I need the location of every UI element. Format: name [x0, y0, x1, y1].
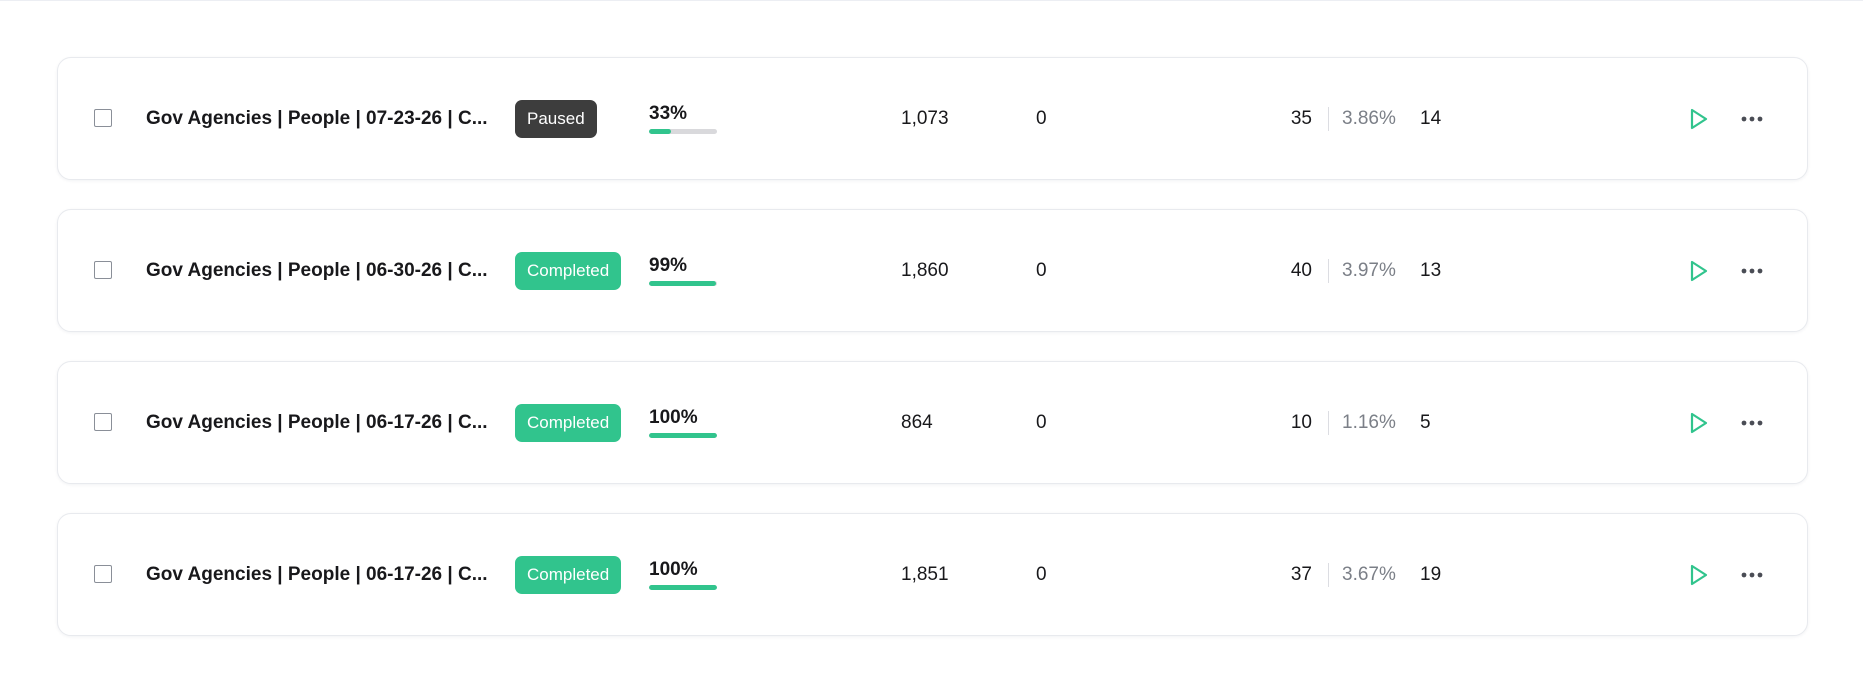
replies-count: 19: [1420, 563, 1442, 585]
row-checkbox[interactable]: [94, 564, 112, 583]
progress-indicator: 33%: [649, 104, 717, 134]
progress-bar-fill: [649, 281, 717, 286]
campaign-row[interactable]: Gov Agencies | People | 07-23-26 | C... …: [57, 57, 1808, 180]
opens-count: 37: [1290, 563, 1312, 585]
play-icon: [1690, 412, 1708, 433]
more-horizontal-icon: [1741, 420, 1763, 425]
replies-count: 5: [1420, 411, 1431, 433]
zero-count: 0: [1036, 107, 1047, 129]
sent-count: 1,073: [901, 107, 949, 129]
sent-count: 1,860: [901, 259, 949, 281]
more-options-button[interactable]: [1736, 104, 1768, 134]
progress-bar: [649, 281, 717, 286]
replies-count: 13: [1420, 259, 1442, 281]
play-button[interactable]: [1684, 256, 1714, 286]
progress-bar-fill: [649, 129, 672, 134]
campaign-row[interactable]: Gov Agencies | People | 06-17-26 | C... …: [57, 513, 1808, 636]
more-options-button[interactable]: [1736, 256, 1768, 286]
progress-bar: [649, 433, 717, 438]
zero-count: 0: [1036, 259, 1047, 281]
progress-indicator: 99%: [649, 256, 717, 286]
open-rate: 3.97%: [1342, 259, 1396, 281]
status-badge: Completed: [515, 555, 622, 594]
campaign-row[interactable]: Gov Agencies | People | 06-17-26 | C... …: [57, 361, 1808, 484]
sent-count: 864: [901, 411, 933, 433]
more-horizontal-icon: [1741, 268, 1763, 273]
stat-divider: [1328, 258, 1329, 283]
opens-count: 10: [1290, 411, 1312, 433]
progress-indicator: 100%: [649, 408, 717, 438]
progress-indicator: 100%: [649, 560, 717, 590]
play-icon: [1690, 108, 1708, 129]
campaign-name[interactable]: Gov Agencies | People | 07-23-26 | C...: [146, 108, 488, 130]
play-button[interactable]: [1684, 560, 1714, 590]
stat-divider: [1328, 106, 1329, 131]
progress-percent: 33%: [649, 103, 688, 124]
stat-divider: [1328, 410, 1329, 435]
more-options-button[interactable]: [1736, 560, 1768, 590]
progress-bar: [649, 585, 717, 590]
status-badge: Paused: [515, 99, 597, 138]
sent-count: 1,851: [901, 563, 949, 585]
progress-percent: 100%: [649, 407, 698, 428]
open-rate: 3.86%: [1342, 107, 1396, 129]
stat-divider: [1328, 562, 1329, 587]
progress-bar: [649, 129, 717, 134]
campaign-name[interactable]: Gov Agencies | People | 06-17-26 | C...: [146, 564, 488, 586]
campaign-list: Gov Agencies | People | 07-23-26 | C... …: [57, 57, 1808, 665]
progress-bar-fill: [649, 585, 717, 590]
play-icon: [1690, 564, 1708, 585]
more-options-button[interactable]: [1736, 408, 1768, 438]
opens-count: 35: [1290, 107, 1312, 129]
open-rate: 1.16%: [1342, 411, 1396, 433]
status-badge: Completed: [515, 403, 622, 442]
row-checkbox[interactable]: [94, 260, 112, 279]
zero-count: 0: [1036, 411, 1047, 433]
row-checkbox[interactable]: [94, 412, 112, 431]
status-badge: Completed: [515, 251, 622, 290]
campaign-name[interactable]: Gov Agencies | People | 06-30-26 | C...: [146, 260, 488, 282]
play-icon: [1690, 260, 1708, 281]
opens-count: 40: [1290, 259, 1312, 281]
more-horizontal-icon: [1741, 572, 1763, 577]
progress-bar-fill: [649, 433, 717, 438]
campaign-name[interactable]: Gov Agencies | People | 06-17-26 | C...: [146, 412, 488, 434]
replies-count: 14: [1420, 107, 1442, 129]
zero-count: 0: [1036, 563, 1047, 585]
progress-percent: 99%: [649, 255, 688, 276]
play-button[interactable]: [1684, 408, 1714, 438]
campaign-row[interactable]: Gov Agencies | People | 06-30-26 | C... …: [57, 209, 1808, 332]
top-divider: [0, 0, 1863, 1]
progress-percent: 100%: [649, 559, 698, 580]
row-checkbox[interactable]: [94, 108, 112, 127]
more-horizontal-icon: [1741, 116, 1763, 121]
play-button[interactable]: [1684, 104, 1714, 134]
open-rate: 3.67%: [1342, 563, 1396, 585]
